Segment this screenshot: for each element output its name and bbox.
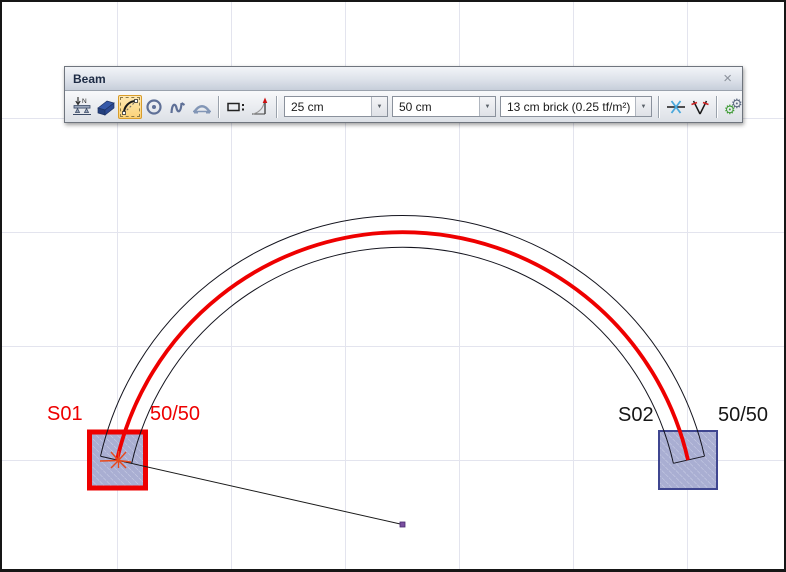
radius-line [119,461,403,525]
beam-with-load-icon: N [71,96,93,118]
close-icon[interactable]: × [721,72,734,86]
beam-3d-button[interactable] [94,95,118,119]
arc-radius-button[interactable] [248,95,272,119]
beam-outline[interactable] [101,215,705,463]
arch-bridge-icon [191,96,213,118]
circular-beam-button[interactable] [142,95,166,119]
chevron-down-icon[interactable]: ▼ [371,97,387,116]
toolbar-separator [218,96,220,118]
arc-beam-button[interactable] [118,95,142,119]
arc-radius-icon [249,96,271,118]
toolbar-separator [276,96,278,118]
settings-gears-icon: ⚙ ⚙ [723,96,745,118]
cross-section-button[interactable] [224,95,248,119]
beam-material-combobox[interactable]: 13 cm brick (0.25 tf/m²) ▼ [500,96,652,117]
beam-toolbar-window: Beam × N [64,66,743,123]
intersection-snap-icon [665,96,687,118]
settings-button[interactable]: ⚙ ⚙ [722,95,746,119]
spline-beam-button[interactable] [166,95,190,119]
break-intersections-icon [689,96,711,118]
beam-axis-selected[interactable] [117,232,688,460]
arc-center-point[interactable] [400,522,405,527]
spline-beam-icon [167,96,189,118]
node-label-left: S01 [47,404,83,424]
beam-3d-icon [95,96,117,118]
toolbar-separator [658,96,660,118]
node-label-right: S02 [618,405,654,425]
break-intersections-button[interactable] [688,95,712,119]
toolbar-title: Beam [73,72,721,86]
beam-material-value: 13 cm brick (0.25 tf/m²) [501,97,635,116]
section-label-right: 50/50 [718,405,768,425]
beam-width-combobox[interactable]: 25 cm ▼ [284,96,388,117]
circular-beam-icon [143,96,165,118]
toolbar-separator [716,96,718,118]
chevron-down-icon[interactable]: ▼ [635,97,651,116]
arch-bridge-button[interactable] [190,95,214,119]
chevron-down-icon[interactable]: ▼ [479,97,495,116]
beam-width-value: 25 cm [285,97,371,116]
arc-beam-icon [119,96,141,118]
toolbar-titlebar[interactable]: Beam × [65,67,742,91]
intersection-snap-button[interactable] [664,95,688,119]
application-window: S01 50/50 S02 50/50 Beam × N [0,0,786,572]
beam-with-load-button[interactable]: N [70,95,94,119]
toolbar-body: N [65,91,742,122]
beam-height-combobox[interactable]: 50 cm ▼ [392,96,496,117]
beam-height-value: 50 cm [393,97,479,116]
section-label-left: 50/50 [150,404,200,424]
cross-section-icon [225,96,247,118]
svg-text:N: N [82,98,87,105]
